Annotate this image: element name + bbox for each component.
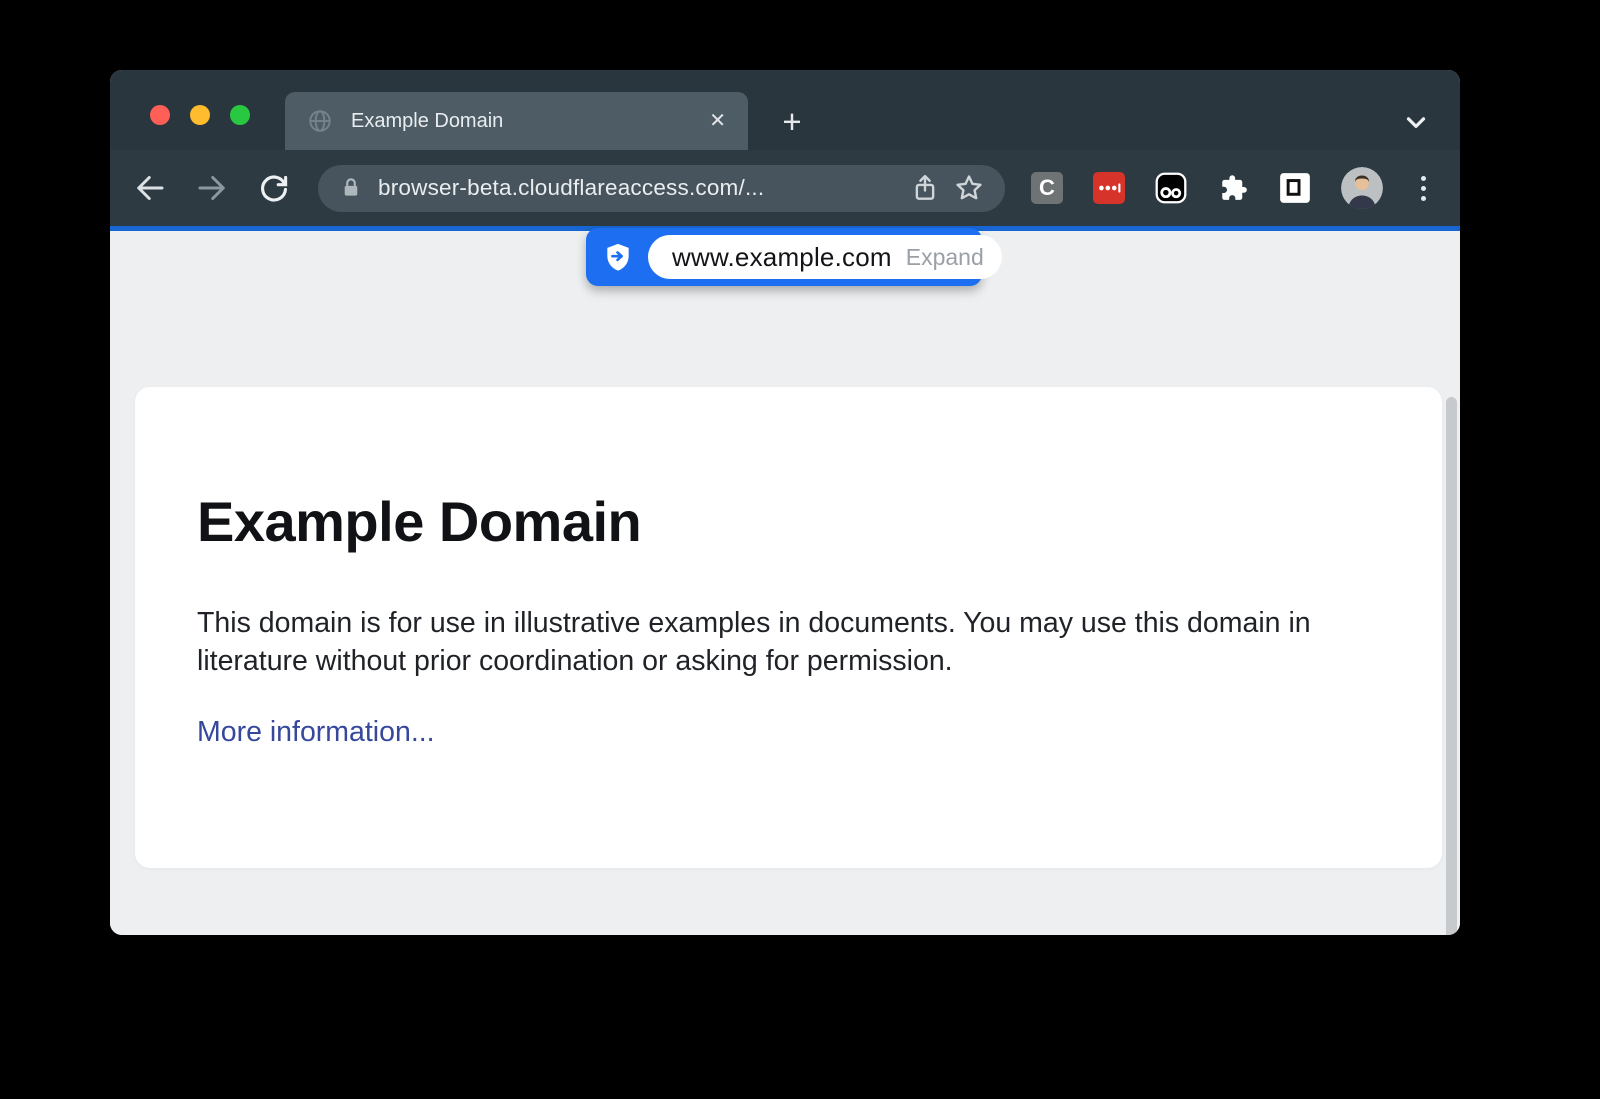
back-button[interactable] <box>128 166 172 210</box>
isolation-banner[interactable]: www.example.com Expand <box>586 228 982 286</box>
share-icon[interactable] <box>903 166 947 210</box>
c-badge-icon[interactable]: C <box>1031 172 1063 204</box>
minimize-window-button[interactable] <box>190 105 210 125</box>
shield-arrow-icon <box>602 241 634 273</box>
bookmark-star-icon[interactable] <box>947 166 991 210</box>
white-square-icon[interactable] <box>1279 172 1311 204</box>
black-binoculars-icon[interactable] <box>1155 172 1187 204</box>
tab-search-chevron-icon[interactable] <box>1398 106 1434 138</box>
puzzle-extensions-icon[interactable] <box>1217 172 1249 204</box>
more-information-link[interactable]: More information... <box>197 716 435 749</box>
tab-title: Example Domain <box>351 110 705 133</box>
lock-icon[interactable] <box>338 175 364 201</box>
globe-icon <box>307 108 333 134</box>
window-controls <box>150 105 250 125</box>
zoom-window-button[interactable] <box>230 105 250 125</box>
address-bar[interactable]: browser-beta.cloudflareaccess.com/... <box>318 165 1005 212</box>
isolated-domain: www.example.com <box>672 242 892 273</box>
extensions-row: C <box>1031 167 1433 209</box>
tab-close-icon[interactable]: ✕ <box>705 107 730 135</box>
reload-button[interactable] <box>252 166 296 210</box>
page-paragraph: This domain is for use in illustrative e… <box>197 604 1342 680</box>
content-card: Example Domain This domain is for use in… <box>135 387 1442 868</box>
expand-button[interactable]: Expand <box>906 244 984 271</box>
toolbar: browser-beta.cloudflareaccess.com/... C <box>110 150 1460 226</box>
scrollbar[interactable] <box>1446 397 1457 935</box>
page-heading: Example Domain <box>197 489 1342 554</box>
isolation-url-pill[interactable]: www.example.com Expand <box>648 235 1002 279</box>
browser-tab[interactable]: Example Domain ✕ <box>285 92 748 150</box>
profile-avatar[interactable] <box>1341 167 1383 209</box>
new-tab-button[interactable]: + <box>772 102 812 142</box>
close-window-button[interactable] <box>150 105 170 125</box>
forward-button[interactable] <box>190 166 234 210</box>
page-viewport: Example Domain This domain is for use in… <box>110 231 1460 935</box>
lastpass-icon[interactable] <box>1093 172 1125 204</box>
url-text[interactable]: browser-beta.cloudflareaccess.com/... <box>378 175 903 201</box>
kebab-menu-icon[interactable] <box>1413 176 1433 201</box>
browser-window: Example Domain ✕ + <box>110 70 1460 935</box>
tab-strip: Example Domain ✕ + <box>110 70 1460 150</box>
